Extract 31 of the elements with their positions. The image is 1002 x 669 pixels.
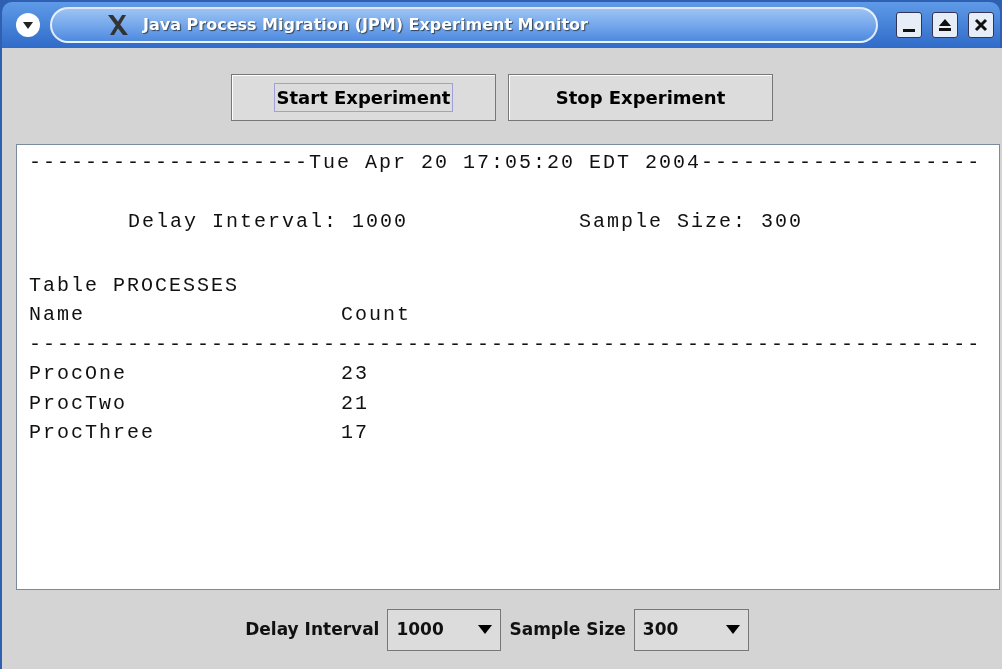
caret-icon (478, 625, 493, 634)
caret-icon (23, 21, 33, 29)
table-cell-text: 23 (341, 361, 369, 387)
experiment-button[interactable]: Stop Experiment (508, 73, 773, 121)
table-cell-text: 21 (341, 390, 369, 417)
experiment-button[interactable]: Start Experiment (231, 73, 496, 121)
close-icon (974, 18, 988, 32)
minimize-button[interactable] (896, 12, 922, 38)
column-header: Name (29, 302, 86, 328)
table-title: Table PROCESSES (29, 272, 240, 299)
window-menu-button[interactable] (16, 13, 40, 37)
dropdown[interactable]: 1000 (387, 608, 502, 651)
minimize-icon (903, 28, 915, 32)
table-cell-text: ProcThree (29, 420, 157, 446)
table-cell-text: ProcTwo (29, 390, 128, 417)
delay-interval-text: Delay Interval: 1000 (128, 209, 410, 235)
column-header: Count (341, 302, 411, 328)
maximize-icon (938, 18, 952, 32)
caret-icon (725, 625, 740, 634)
separator-line: -------------------------------------------------------------------- (29, 331, 983, 358)
dropdown[interactable]: 300 (633, 608, 749, 651)
table-cell-text: 17 (341, 420, 369, 446)
control-label: Sample Size (509, 617, 626, 641)
control-label: Delay Interval (245, 617, 380, 641)
sample-size-text: Sample Size: 300 (579, 209, 804, 235)
close-button[interactable] (968, 12, 994, 38)
maximize-button[interactable] (932, 12, 958, 38)
header-line: --------------------Tue Apr 20 17:05:20 EDT 2004-------------------- (29, 150, 983, 176)
x-logo-icon (107, 14, 129, 36)
table-cell-text: ProcOne (29, 361, 128, 387)
window-title: Java Process Migration (JPM) Experiment Monitor (143, 14, 588, 36)
